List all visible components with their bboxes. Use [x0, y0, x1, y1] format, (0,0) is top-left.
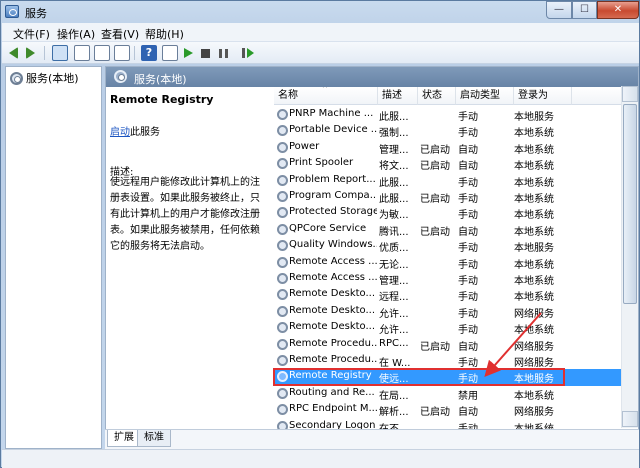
- services-window: 服务 — ☐ ✕ 文件(F) 操作(A) 查看(V) 帮助(H) ? 服务(本地…: [0, 0, 640, 468]
- annotation-arrow: [484, 312, 542, 377]
